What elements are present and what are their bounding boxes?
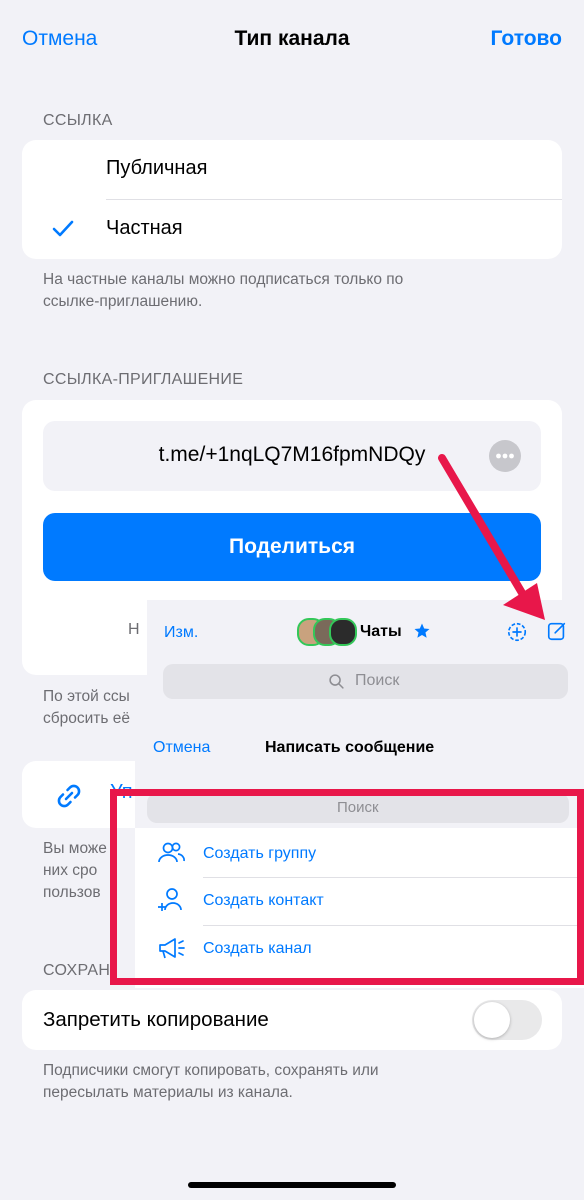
- annotation-arrow: [438, 454, 545, 620]
